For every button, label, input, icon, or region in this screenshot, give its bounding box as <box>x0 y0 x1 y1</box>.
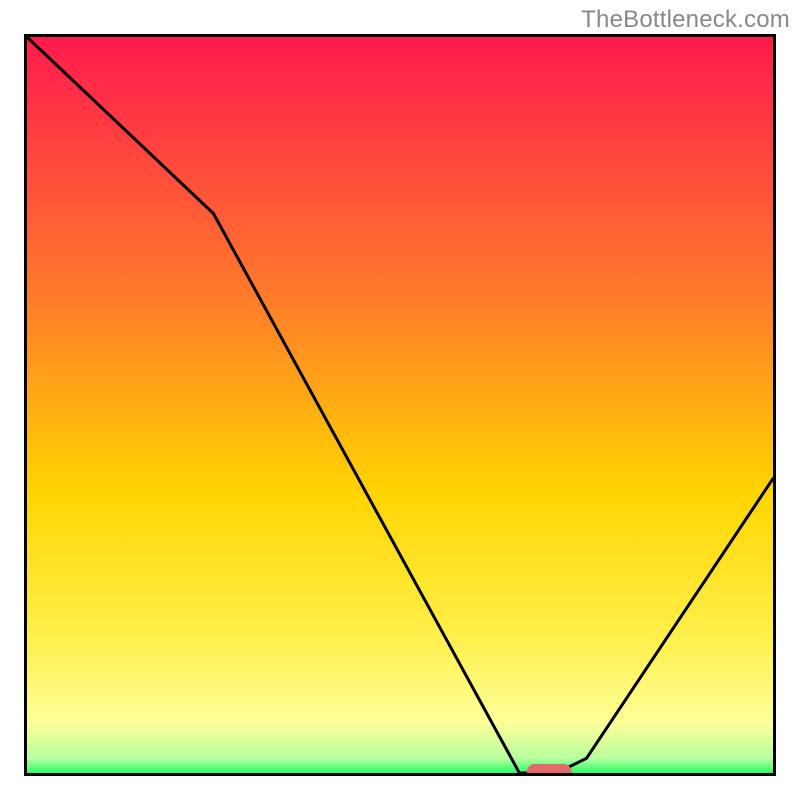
watermark: TheBottleneck.com <box>581 6 790 34</box>
chart-plot-area <box>24 34 776 776</box>
chart-container: TheBottleneck.com <box>0 0 800 800</box>
optimal-marker <box>527 764 572 773</box>
gradient-background <box>27 37 773 773</box>
chart-svg <box>27 37 773 773</box>
